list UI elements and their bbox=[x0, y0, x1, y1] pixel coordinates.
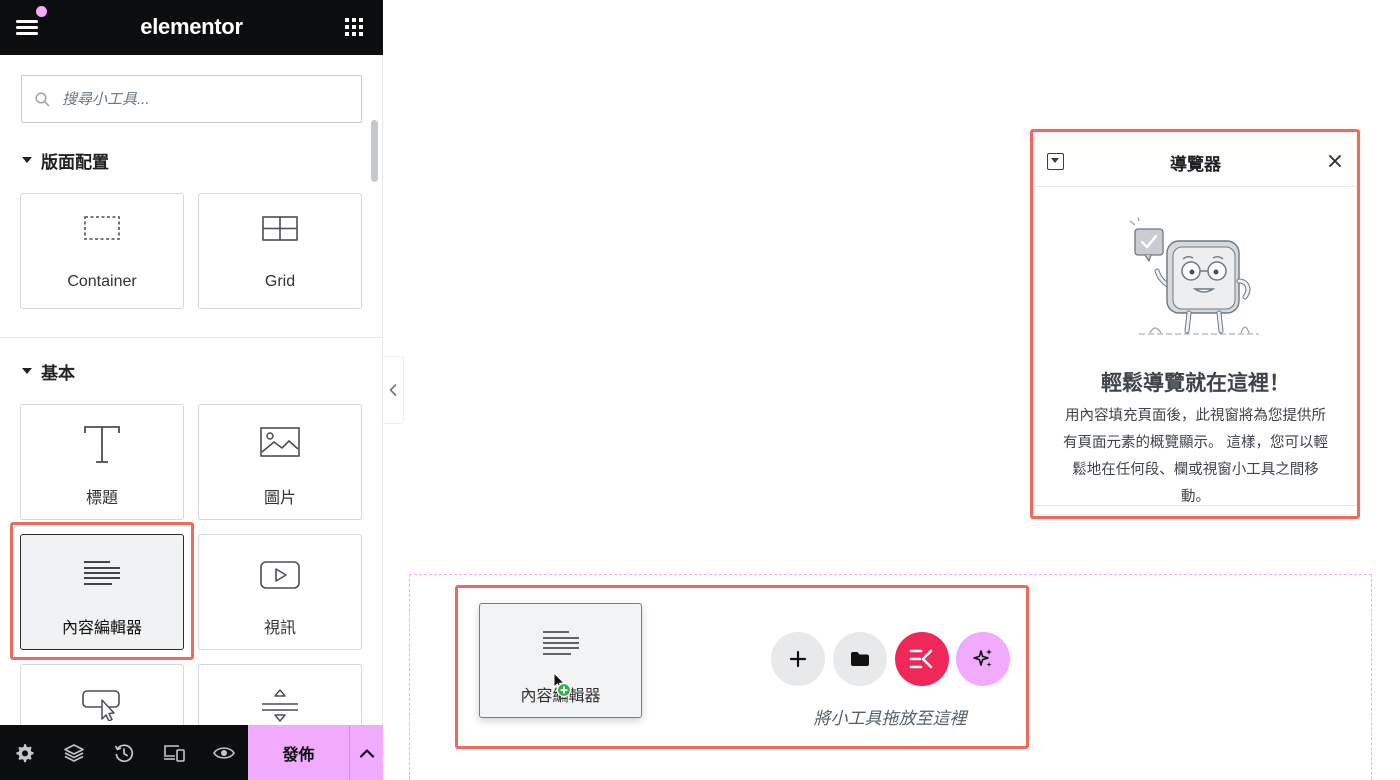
widget-label: Container bbox=[67, 273, 137, 290]
section-divider bbox=[0, 337, 383, 338]
history-icon bbox=[114, 744, 134, 763]
widget-label: 視訊 bbox=[263, 620, 296, 637]
divider-icon bbox=[262, 689, 298, 722]
grid-icon-dot bbox=[359, 18, 363, 22]
grid-icon-dot bbox=[352, 18, 356, 22]
preview-button[interactable] bbox=[212, 741, 236, 765]
grid-icon-dot bbox=[359, 32, 363, 36]
widget-divider[interactable] bbox=[198, 664, 362, 734]
button-cursor-icon bbox=[82, 690, 120, 721]
panel-footer: 發佈 bbox=[0, 725, 383, 780]
navigator-empty-heading: 輕鬆導覽就在這裡！ bbox=[1101, 372, 1290, 395]
widget-image[interactable]: 圖片 bbox=[198, 404, 362, 520]
plus-icon bbox=[789, 650, 807, 668]
navigator-title: 導覽器 bbox=[1170, 155, 1221, 174]
history-button[interactable] bbox=[112, 741, 136, 765]
ai-sparkle-icon bbox=[973, 649, 992, 667]
eye-icon bbox=[213, 747, 235, 759]
drag-copy-cursor-icon bbox=[553, 671, 572, 698]
widget-text-editor[interactable]: 內容編輯器 bbox=[20, 534, 184, 650]
widgets-grid-button[interactable] bbox=[345, 18, 364, 37]
widget-label: 內容編輯器 bbox=[61, 620, 142, 637]
close-button[interactable] bbox=[1327, 153, 1343, 169]
widget-panel: elementor 版面配置 Container bbox=[0, 0, 383, 780]
caret-down-icon bbox=[22, 368, 32, 374]
search-box bbox=[21, 75, 362, 123]
close-icon bbox=[1329, 155, 1341, 167]
widget-video[interactable]: 視訊 bbox=[198, 534, 362, 650]
container-icon bbox=[84, 216, 120, 240]
structure-button[interactable] bbox=[62, 741, 86, 765]
elementskit-logo-icon bbox=[909, 649, 933, 669]
collapse-panel-button[interactable] bbox=[383, 356, 404, 424]
text-editor-icon bbox=[84, 561, 120, 585]
image-icon bbox=[260, 427, 300, 457]
navigator-header[interactable]: 導覽器 bbox=[1035, 133, 1356, 187]
grid-icon-dot bbox=[352, 32, 356, 36]
chevron-up-icon bbox=[359, 748, 374, 758]
grid-icon-dot bbox=[345, 32, 349, 36]
devices-icon bbox=[164, 745, 185, 762]
widget-label: 標題 bbox=[85, 490, 118, 507]
elementskit-button[interactable] bbox=[895, 632, 949, 686]
drop-here-hint: 將小工具拖放至這裡 bbox=[813, 709, 967, 728]
section-title: 版面配置 bbox=[41, 152, 109, 172]
ai-assistant-button[interactable] bbox=[956, 632, 1010, 686]
search-icon bbox=[35, 92, 50, 107]
widget-grid[interactable]: Grid bbox=[198, 193, 362, 309]
gear-icon bbox=[16, 743, 34, 763]
caret-down-icon bbox=[22, 157, 32, 163]
settings-button[interactable] bbox=[13, 741, 37, 765]
grid-icon bbox=[345, 18, 349, 22]
search-input[interactable] bbox=[62, 86, 352, 112]
widget-button[interactable] bbox=[20, 664, 184, 734]
navigator-illustration bbox=[1129, 217, 1259, 335]
navigator-empty-text: 用內容填充頁面後，此視窗將為您提供所有頁面元素的概覽顯示。 這樣，您可以輕鬆地在… bbox=[1062, 408, 1329, 505]
panel-scrollbar[interactable] bbox=[371, 120, 378, 182]
layers-icon bbox=[64, 744, 84, 762]
add-section-button[interactable] bbox=[771, 632, 825, 686]
section-basic-header[interactable]: 基本 bbox=[22, 359, 75, 383]
chevron-left-icon bbox=[389, 384, 397, 396]
grid-icon-dot bbox=[352, 25, 356, 29]
publish-options-button[interactable] bbox=[349, 725, 383, 780]
text-editor-icon bbox=[542, 631, 579, 655]
publish-button[interactable]: 發佈 bbox=[248, 725, 349, 780]
panel-header: elementor bbox=[0, 0, 383, 55]
grid-layout-icon bbox=[262, 216, 298, 241]
grid-icon-dot bbox=[345, 25, 349, 29]
widget-heading[interactable]: 標題 bbox=[20, 404, 184, 520]
section-title: 基本 bbox=[41, 363, 75, 383]
add-template-button[interactable] bbox=[833, 632, 887, 686]
navigator-panel: 導覽器 輕鬆導覽就在這裡！ 用內容填充頁面後，此視窗將為您提供所有頁面元素的概覽… bbox=[1035, 133, 1356, 514]
section-layout-header[interactable]: 版面配置 bbox=[22, 148, 109, 172]
heading-t-icon bbox=[84, 426, 120, 463]
navigator-resize-edge[interactable] bbox=[1035, 505, 1356, 506]
video-play-icon bbox=[260, 561, 300, 589]
grid-icon-dot bbox=[359, 25, 363, 29]
widget-container[interactable]: Container bbox=[20, 193, 184, 309]
folder-icon bbox=[851, 652, 869, 666]
responsive-button[interactable] bbox=[162, 741, 186, 765]
widget-label: 圖片 bbox=[263, 490, 296, 507]
widget-label: Grid bbox=[264, 273, 296, 290]
brand-logo: elementor bbox=[140, 14, 243, 39]
